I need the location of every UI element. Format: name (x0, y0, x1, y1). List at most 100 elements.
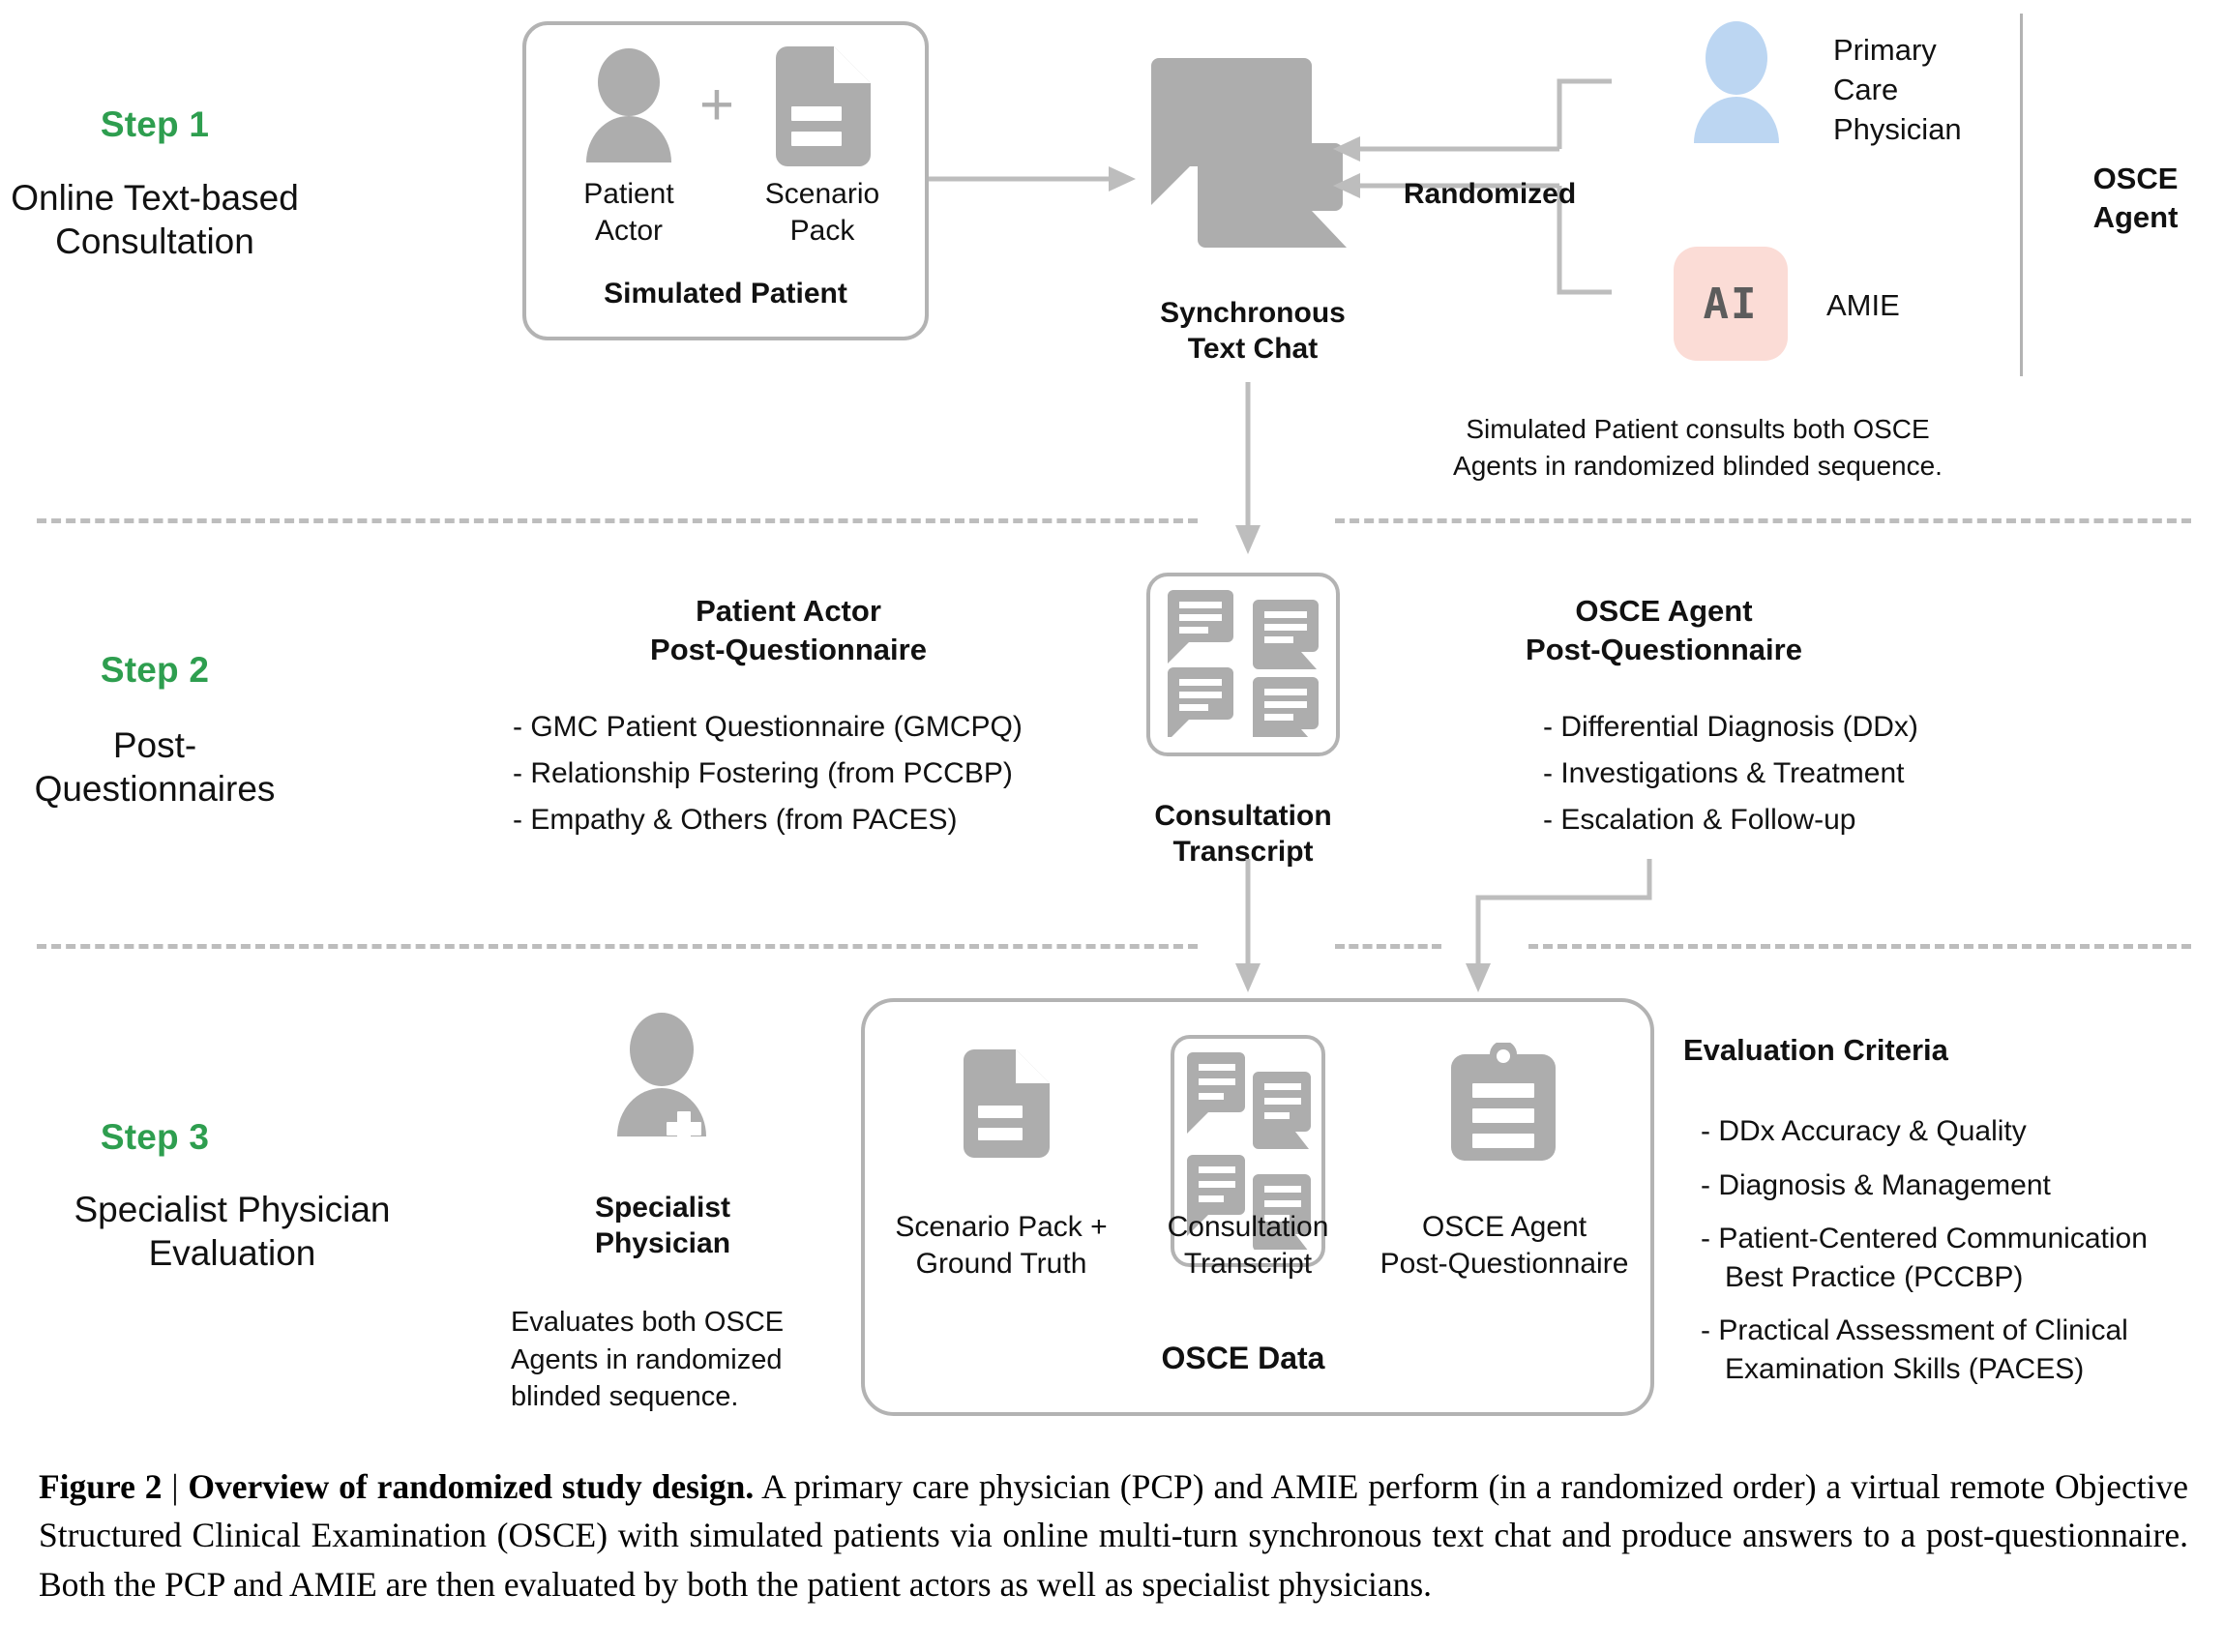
list-item: - Differential Diagnosis (DDx) (1543, 711, 1918, 743)
scenario-pack-label: Scenario Pack (740, 176, 905, 250)
person-avatar-blue-icon (1694, 21, 1779, 143)
osce-agent-questionnaire-title: OSCE Agent Post-Questionnaire (1393, 592, 1935, 668)
step3-description-line1: Specialist Physician (74, 1190, 391, 1229)
randomized-label: Randomized (1403, 178, 1577, 210)
specialist-physician-note-line1: Evaluates both OSCE (511, 1307, 785, 1338)
osce-agent-title: OSCE Agent (2051, 160, 2220, 238)
step1-label: Step 1 (100, 104, 210, 144)
consultation-transcript-icon-wrap (1166, 590, 1320, 747)
osce-data-title: OSCE Data (1161, 1341, 1325, 1375)
specialist-physician-icon-wrap (600, 1011, 724, 1146)
evaluation-criteria-title: Evaluation Criteria (1683, 1033, 1948, 1067)
pcp-icon-wrap (1678, 19, 1795, 143)
osce-agent-questionnaire-icon-wrap (1451, 1041, 1556, 1161)
patient-actor-questionnaire-title-line1: Patient Actor (696, 594, 881, 628)
step1-description-line1: Online Text-based (11, 178, 299, 218)
list-item: - Investigations & Treatment (1543, 757, 1905, 789)
step1-description-line2: Consultation (55, 221, 254, 262)
amie-ai-chip: AI (1674, 247, 1788, 361)
osce-agent-questionnaire-title-line2: Post-Questionnaire (1526, 632, 1802, 666)
figure-canvas: Step 1 Online Text-based Consultation + … (0, 0, 2225, 1652)
pcp-label-line3: Physician (1833, 111, 1962, 146)
osce-agent-title-line1: OSCE (2092, 162, 2179, 195)
physician-plus-icon (617, 1013, 706, 1146)
list-item: - Diagnosis & Management (1701, 1168, 2051, 1201)
step1-note: Simulated Patient consults both OSCE Age… (1393, 411, 2002, 485)
arrow-pcp-to-chat (1333, 78, 1612, 162)
scenario-pack-ground-truth-label: Scenario Pack + Ground Truth (866, 1209, 1137, 1283)
scenario-pack-ground-truth-label-line2: Ground Truth (915, 1247, 1087, 1280)
amie-label: AMIE (1826, 288, 1900, 322)
osce-data-transcript-label-line1: Consultation (1167, 1211, 1329, 1243)
arrow-chat-to-transcript (1235, 382, 1261, 554)
scenario-pack-label-line2: Pack (789, 214, 855, 247)
step2-description: Post-Questionnaires (0, 723, 310, 811)
divider-step1-step2-right (1335, 518, 2191, 523)
step1-description: Online Text-based Consultation (0, 176, 310, 263)
specialist-physician-note-line2: Agents in randomized (511, 1343, 783, 1375)
synchronous-chat-icon-wrap (1151, 58, 1354, 251)
list-item: - Escalation & Follow-up (1543, 804, 1856, 836)
list-item: - GMC Patient Questionnaire (GMCPQ) (513, 711, 1023, 743)
figure-caption-title: Overview of randomized study design. (188, 1467, 755, 1506)
synchronous-chat-title-line1: Synchronous (1160, 297, 1346, 329)
synchronous-chat-title: Synchronous Text Chat (1112, 295, 1393, 367)
osce-agent-questionnaire-list: - Differential Diagnosis (DDx) - Investi… (1543, 704, 2143, 843)
arrow-questionnaire-to-oscedata (1466, 859, 1652, 992)
specialist-physician-note-line3: blinded sequence. (511, 1381, 739, 1413)
step3-description-line2: Evaluation (148, 1233, 316, 1274)
osce-agent-title-line2: Agent (2092, 200, 2179, 235)
osce-agent-divider (2020, 14, 2023, 376)
patient-actor-label: Patient Actor (551, 176, 706, 250)
figure-caption: Figure 2 | Overview of randomized study … (39, 1462, 2188, 1608)
document-icon (776, 46, 871, 166)
scenario-pack-ground-truth-icon-wrap (953, 1049, 1050, 1158)
step2-description-line1: Post-Questionnaires (34, 725, 276, 810)
pcp-label-line1: Primary (1833, 33, 1937, 67)
divider-step2-step3-right (1528, 944, 2191, 949)
step1-note-line2: Agents in randomized blinded sequence. (1453, 450, 1943, 481)
list-item: - Patient-Centered Communication Best Pr… (1701, 1223, 2148, 1293)
osce-data-questionnaire-label-line2: Post-Questionnaire (1380, 1247, 1629, 1280)
scenario-pack-icon-wrap (764, 46, 871, 166)
clipboard-icon (1451, 1041, 1556, 1161)
document-icon (964, 1049, 1050, 1158)
arrow-patient-to-chat (929, 166, 1136, 192)
figure-caption-label: Figure 2 (39, 1467, 163, 1506)
divider-step2-step3-left (37, 944, 1198, 949)
patient-actor-questionnaire-list: - GMC Patient Questionnaire (GMCPQ) - Re… (513, 704, 1093, 843)
step2-label: Step 2 (100, 650, 210, 690)
list-item: - Practical Assessment of Clinical Exami… (1701, 1314, 2128, 1385)
simulated-patient-title: Simulated Patient (604, 278, 847, 310)
osce-agent-questionnaire-title-line1: OSCE Agent (1575, 594, 1753, 628)
osce-data-questionnaire-label-line1: OSCE Agent (1421, 1211, 1587, 1243)
transcript-bubbles-icon (1168, 590, 1319, 747)
patient-actor-questionnaire-title: Patient Actor Post-Questionnaire (571, 592, 1006, 668)
step3-label: Step 3 (100, 1117, 210, 1157)
pcp-label-line2: Care (1833, 72, 1899, 106)
divider-step1-step2-left (37, 518, 1198, 523)
patient-actor-label-line1: Patient (583, 178, 674, 210)
osce-data-transcript-label-line2: Transcript (1183, 1247, 1313, 1280)
patient-actor-label-line2: Actor (594, 214, 664, 247)
list-item: - Relationship Fostering (from PCCBP) (513, 757, 1013, 789)
specialist-physician-note: Evaluates both OSCE Agents in randomized… (511, 1304, 830, 1416)
arrow-transcript-to-oscedata (1235, 859, 1261, 992)
scenario-pack-ground-truth-label-line1: Scenario Pack + (895, 1211, 1108, 1243)
list-item: - Empathy & Others (from PACES) (513, 804, 958, 836)
list-item: - DDx Accuracy & Quality (1701, 1115, 2027, 1147)
pcp-label: Primary Care Physician (1833, 31, 2065, 150)
patient-actor-icon-wrap (571, 46, 687, 162)
person-icon (586, 48, 671, 162)
divider-step2-step3-mid (1335, 944, 1441, 949)
consultation-transcript-title-line1: Consultation (1154, 800, 1332, 832)
step3-description: Specialist Physician Evaluation (0, 1188, 464, 1275)
scenario-pack-label-line1: Scenario (764, 178, 880, 210)
speech-bubbles-icon (1151, 58, 1347, 248)
step1-note-line1: Simulated Patient consults both OSCE (1466, 414, 1930, 444)
synchronous-chat-title-line2: Text Chat (1187, 333, 1319, 366)
plus-connector: + (698, 72, 735, 138)
figure-caption-separator: | (171, 1467, 179, 1506)
evaluation-criteria-list: - DDx Accuracy & Quality - Diagnosis & M… (1701, 1112, 2204, 1389)
specialist-physician-title-line1: Specialist (594, 1192, 731, 1224)
